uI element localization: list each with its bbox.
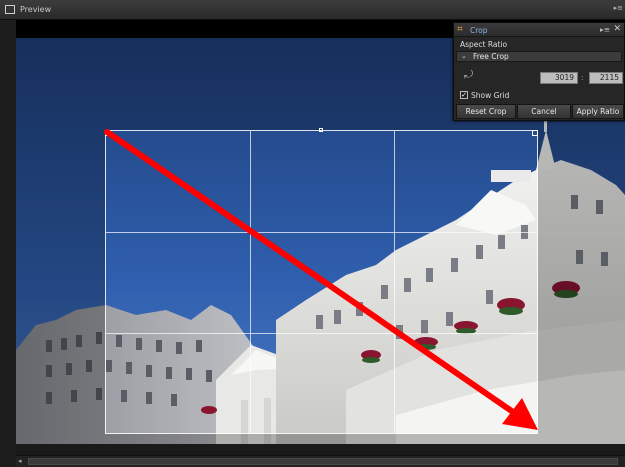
crop-icon: ⌗ [457, 24, 463, 35]
panel-menu-icon[interactable]: ▸≡ [614, 4, 623, 12]
crop-height-input[interactable]: 2115 [589, 72, 623, 84]
window-titlebar: Preview ▸≡ [0, 0, 625, 20]
ratio-separator: : [581, 73, 584, 82]
scroll-left-icon[interactable]: ◂ [18, 457, 22, 465]
panel-menu-icon[interactable]: ▸≡ [600, 25, 610, 34]
reset-crop-button[interactable]: Reset Crop [456, 104, 516, 119]
aspect-ratio-select[interactable]: ⌄ Free Crop [456, 51, 622, 62]
crop-panel: ⌗ Crop ▸≡ ✕ Aspect Ratio ⌄ Free Crop ⤾ 3… [453, 22, 625, 121]
aspect-ratio-label: Aspect Ratio [460, 40, 508, 49]
cancel-button[interactable]: Cancel [517, 104, 571, 119]
show-grid-checkbox[interactable]: ✓ [460, 91, 468, 99]
show-grid-label: Show Grid [471, 91, 510, 100]
aspect-ratio-value: Free Crop [473, 52, 509, 61]
close-icon[interactable]: ✕ [613, 24, 621, 34]
crop-panel-header: ⌗ Crop ▸≡ ✕ [454, 23, 624, 37]
chevron-down-icon: ⌄ [461, 52, 467, 60]
apply-ratio-button[interactable]: Apply Ratio [572, 104, 624, 119]
window-title: Preview [20, 5, 52, 14]
window-icon [5, 5, 15, 14]
crop-width-input[interactable]: 3019 [540, 72, 578, 84]
horizontal-scrollbar[interactable]: ◂ [16, 455, 625, 467]
rotate-orientation-icon[interactable]: ⤾ [464, 68, 478, 82]
scrollbar-thumb[interactable] [28, 458, 618, 465]
crop-panel-title: Crop [470, 26, 488, 35]
left-panel-strip [0, 20, 16, 467]
